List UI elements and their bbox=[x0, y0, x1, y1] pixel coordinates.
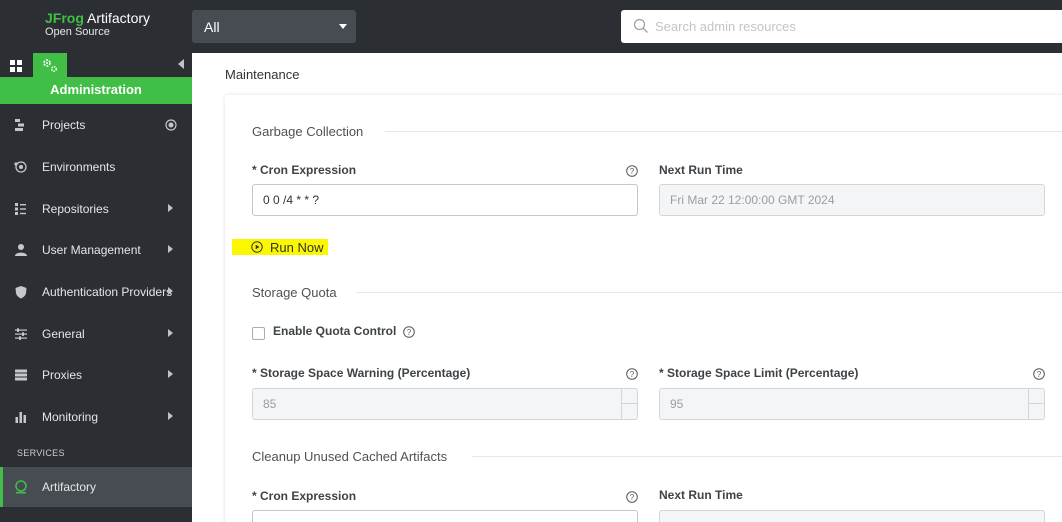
logo[interactable]: JFrog Artifactory Open Source bbox=[45, 11, 150, 38]
sidebar-item-label: Projects bbox=[42, 118, 86, 132]
gears-icon bbox=[43, 59, 58, 72]
sidebar-item-authentication-providers[interactable]: Authentication Providers bbox=[0, 272, 192, 312]
svg-text:?: ? bbox=[630, 493, 635, 502]
svg-text:?: ? bbox=[630, 370, 635, 379]
help-icon[interactable]: ? bbox=[1033, 368, 1045, 380]
sidebar-item-label: Authentication Providers bbox=[42, 285, 173, 299]
search-icon bbox=[633, 18, 648, 33]
logo-brand-suffix: Artifactory bbox=[83, 10, 151, 26]
sidebar-item-user-management[interactable]: User Management bbox=[0, 230, 192, 270]
sidebar-tabs bbox=[0, 53, 192, 77]
storage-limit-input bbox=[659, 388, 1045, 420]
help-icon[interactable]: ? bbox=[626, 368, 638, 380]
help-icon[interactable]: ? bbox=[626, 491, 638, 503]
sidebar-item-repositories[interactable]: Repositories bbox=[0, 189, 192, 229]
run-now-button[interactable]: Run Now bbox=[232, 239, 328, 255]
cleanup-next-run-label: Next Run Time bbox=[659, 488, 743, 502]
chevron-right-icon bbox=[168, 329, 173, 337]
chevron-right-icon bbox=[168, 412, 173, 420]
storage-warning-stepper bbox=[621, 389, 638, 419]
stepper-up-button bbox=[622, 389, 638, 404]
storage-limit-stepper bbox=[1028, 389, 1045, 419]
search-input[interactable] bbox=[655, 10, 1045, 43]
radio-dot-icon bbox=[165, 119, 177, 131]
section-title-garbage-collection: Garbage Collection bbox=[252, 124, 364, 139]
storage-warning-label: * Storage Space Warning (Percentage) bbox=[252, 366, 471, 380]
sidebar-item-general[interactable]: General bbox=[0, 314, 192, 354]
sidebar-item-label: Repositories bbox=[42, 202, 109, 216]
svg-text:?: ? bbox=[1037, 370, 1042, 379]
divider bbox=[385, 131, 1062, 132]
sliders-icon bbox=[15, 328, 27, 340]
help-icon[interactable]: ? bbox=[626, 165, 638, 177]
help-icon[interactable]: ? bbox=[403, 326, 415, 338]
storage-limit-label: * Storage Space Limit (Percentage) bbox=[659, 366, 859, 380]
sidebar-item-environments[interactable]: Environments bbox=[0, 147, 192, 187]
sidebar-item-label: Proxies bbox=[42, 368, 83, 382]
divider bbox=[356, 292, 1062, 293]
divider bbox=[472, 456, 1062, 457]
section-title-cleanup: Cleanup Unused Cached Artifacts bbox=[252, 449, 448, 464]
enable-quota-checkbox[interactable] bbox=[252, 327, 265, 340]
tab-application[interactable] bbox=[4, 55, 28, 77]
environments-icon bbox=[14, 161, 27, 173]
search-box[interactable] bbox=[621, 10, 1062, 43]
shield-icon bbox=[15, 286, 27, 299]
sidebar-item-label: Artifactory bbox=[42, 480, 97, 494]
tab-administration[interactable] bbox=[33, 53, 67, 77]
repositories-icon bbox=[15, 203, 26, 215]
page-title: Maintenance bbox=[225, 67, 300, 82]
svg-text:?: ? bbox=[630, 167, 635, 176]
bar-chart-icon bbox=[15, 412, 26, 423]
cleanup-cron-label: * Cron Expression bbox=[252, 489, 357, 503]
cleanup-cron-input[interactable] bbox=[252, 510, 638, 522]
sidebar-item-projects[interactable]: Projects bbox=[0, 105, 192, 145]
gc-next-run-field bbox=[659, 184, 1045, 216]
scope-select-value: All bbox=[204, 19, 220, 35]
sidebar: Administration Projects Environments Rep… bbox=[0, 53, 192, 522]
grid-icon bbox=[10, 60, 22, 72]
chevron-down-icon bbox=[339, 24, 347, 29]
sidebar-section-title: Administration bbox=[0, 77, 192, 104]
storage-warning-input bbox=[252, 388, 638, 420]
sidebar-item-monitoring[interactable]: Monitoring bbox=[0, 397, 192, 437]
logo-brand-prefix: JFrog bbox=[45, 10, 84, 26]
chevron-right-icon bbox=[168, 287, 173, 295]
sidebar-item-label: General bbox=[42, 327, 85, 341]
chevron-right-icon bbox=[168, 370, 173, 378]
section-title-storage-quota: Storage Quota bbox=[252, 285, 337, 300]
top-bar: JFrog Artifactory Open Source All bbox=[0, 0, 1062, 53]
enable-quota-label: Enable Quota Control bbox=[273, 324, 397, 338]
play-circle-icon bbox=[251, 241, 263, 253]
sidebar-item-artifactory[interactable]: Artifactory bbox=[0, 467, 192, 507]
sidebar-item-label: User Management bbox=[42, 243, 141, 257]
sidebar-item-label: Environments bbox=[42, 160, 116, 174]
stepper-up-button bbox=[1029, 389, 1045, 404]
logo-edition: Open Source bbox=[45, 26, 110, 38]
stepper-down-button bbox=[1029, 404, 1045, 419]
run-now-label: Run Now bbox=[270, 240, 324, 255]
user-icon bbox=[15, 244, 27, 256]
gc-cron-label: * Cron Expression bbox=[252, 163, 357, 177]
sidebar-item-proxies[interactable]: Proxies bbox=[0, 355, 192, 395]
gc-next-run-label: Next Run Time bbox=[659, 163, 743, 177]
projects-icon bbox=[15, 119, 24, 131]
scope-select[interactable]: All bbox=[192, 10, 356, 43]
proxies-icon bbox=[15, 369, 27, 381]
gc-cron-input[interactable] bbox=[252, 184, 638, 216]
stepper-down-button bbox=[622, 404, 638, 419]
collapse-sidebar-icon[interactable] bbox=[178, 59, 184, 69]
artifactory-icon bbox=[15, 480, 27, 494]
cleanup-next-run-field bbox=[659, 510, 1045, 522]
sidebar-item-label: Monitoring bbox=[42, 410, 99, 424]
svg-text:?: ? bbox=[407, 328, 412, 337]
services-heading: SERVICES bbox=[17, 448, 65, 458]
chevron-right-icon bbox=[168, 245, 173, 253]
chevron-right-icon bbox=[168, 204, 173, 212]
